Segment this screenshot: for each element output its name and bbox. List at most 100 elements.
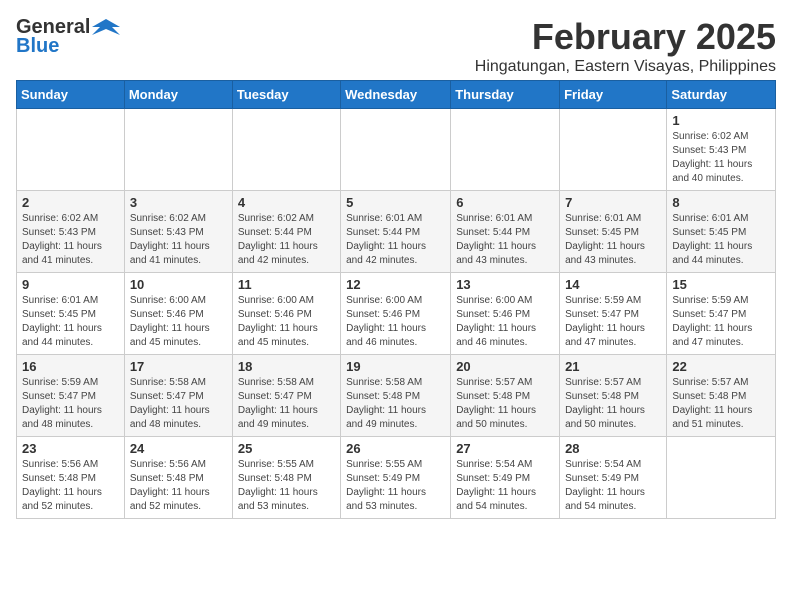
day-info: Sunrise: 5:59 AM Sunset: 5:47 PM Dayligh… — [672, 294, 770, 350]
day-number: 13 — [456, 277, 554, 292]
day-info: Sunrise: 6:00 AM Sunset: 5:46 PM Dayligh… — [238, 294, 335, 350]
day-info: Sunrise: 6:00 AM Sunset: 5:46 PM Dayligh… — [130, 294, 227, 350]
day-cell: 23Sunrise: 5:56 AM Sunset: 5:48 PM Dayli… — [17, 437, 125, 519]
col-header-wednesday: Wednesday — [341, 81, 451, 109]
logo: General Blue — [16, 16, 120, 58]
calendar-title: February 2025 — [475, 16, 776, 58]
day-number: 5 — [346, 195, 445, 210]
day-number: 4 — [238, 195, 335, 210]
day-number: 15 — [672, 277, 770, 292]
day-cell — [17, 109, 125, 191]
day-cell: 5 Sunrise: 6:01 AM Sunset: 5:44 PM Daylig… — [341, 191, 451, 273]
day-number: 26 — [346, 441, 445, 456]
day-info: Sunrise: 6:01 AM Sunset: 5:45 PM Dayligh… — [672, 212, 770, 268]
day-number: 1 — [672, 113, 770, 128]
day-number: 28 — [565, 441, 661, 456]
day-number: 16 — [22, 359, 119, 374]
day-cell: 10Sunrise: 6:00 AM Sunset: 5:46 PM Dayli… — [124, 273, 232, 355]
day-info: Sunrise: 6:02 AM Sunset: 5:43 PM Dayligh… — [672, 130, 770, 186]
day-cell: 13 Sunrise: 6:00 AM Sunset: 5:46 PM Dayli… — [451, 273, 560, 355]
day-info: Sunrise: 6:01 AM Sunset: 5:45 PM Dayligh… — [565, 212, 661, 268]
day-info: Sunrise: 6:01 AM Sunset: 5:44 PM Dayligh… — [346, 212, 445, 268]
week-row-0: 1 Sunrise: 6:02 AM Sunset: 5:43 PM Daylig… — [17, 109, 776, 191]
day-cell: 20 Sunrise: 5:57 AM Sunset: 5:48 PM Dayli… — [451, 355, 560, 437]
day-info: Sunrise: 6:00 AM Sunset: 5:46 PM Dayligh… — [346, 294, 445, 350]
day-info: Sunrise: 5:57 AM Sunset: 5:48 PM Dayligh… — [672, 376, 770, 432]
day-number: 23 — [22, 441, 119, 456]
day-info: Sunrise: 5:58 AM Sunset: 5:48 PM Dayligh… — [346, 376, 445, 432]
day-cell: 22 Sunrise: 5:57 AM Sunset: 5:48 PM Dayli… — [667, 355, 776, 437]
day-number: 14 — [565, 277, 661, 292]
logo-blue: Blue — [16, 35, 59, 58]
day-number: 12 — [346, 277, 445, 292]
calendar-table: SundayMondayTuesdayWednesdayThursdayFrid… — [16, 80, 776, 519]
col-header-tuesday: Tuesday — [232, 81, 340, 109]
calendar-header-row: SundayMondayTuesdayWednesdayThursdayFrid… — [17, 81, 776, 109]
day-cell: 1 Sunrise: 6:02 AM Sunset: 5:43 PM Daylig… — [667, 109, 776, 191]
day-number: 24 — [130, 441, 227, 456]
day-cell: 9 Sunrise: 6:01 AM Sunset: 5:45 PM Daylig… — [17, 273, 125, 355]
day-cell: 2Sunrise: 6:02 AM Sunset: 5:43 PM Daylig… — [17, 191, 125, 273]
day-info: Sunrise: 6:01 AM Sunset: 5:44 PM Dayligh… — [456, 212, 554, 268]
logo-bird-icon — [92, 17, 120, 39]
day-cell: 26 Sunrise: 5:55 AM Sunset: 5:49 PM Dayli… — [341, 437, 451, 519]
day-cell: 7 Sunrise: 6:01 AM Sunset: 5:45 PM Daylig… — [560, 191, 667, 273]
week-row-3: 16 Sunrise: 5:59 AM Sunset: 5:47 PM Dayli… — [17, 355, 776, 437]
col-header-thursday: Thursday — [451, 81, 560, 109]
day-number: 7 — [565, 195, 661, 210]
day-cell: 21 Sunrise: 5:57 AM Sunset: 5:48 PM Dayli… — [560, 355, 667, 437]
day-info: Sunrise: 5:58 AM Sunset: 5:47 PM Dayligh… — [130, 376, 227, 432]
day-info: Sunrise: 5:54 AM Sunset: 5:49 PM Dayligh… — [456, 458, 554, 514]
day-number: 9 — [22, 277, 119, 292]
day-number: 3 — [130, 195, 227, 210]
day-cell: 4 Sunrise: 6:02 AM Sunset: 5:44 PM Daylig… — [232, 191, 340, 273]
day-cell: 6 Sunrise: 6:01 AM Sunset: 5:44 PM Daylig… — [451, 191, 560, 273]
day-info: Sunrise: 5:58 AM Sunset: 5:47 PM Dayligh… — [238, 376, 335, 432]
day-number: 22 — [672, 359, 770, 374]
col-header-saturday: Saturday — [667, 81, 776, 109]
day-info: Sunrise: 5:57 AM Sunset: 5:48 PM Dayligh… — [565, 376, 661, 432]
day-cell: 15 Sunrise: 5:59 AM Sunset: 5:47 PM Dayli… — [667, 273, 776, 355]
day-cell: 25 Sunrise: 5:55 AM Sunset: 5:48 PM Dayli… — [232, 437, 340, 519]
day-number: 18 — [238, 359, 335, 374]
day-cell: 24 Sunrise: 5:56 AM Sunset: 5:48 PM Dayli… — [124, 437, 232, 519]
day-info: Sunrise: 6:02 AM Sunset: 5:44 PM Dayligh… — [238, 212, 335, 268]
day-cell: 17 Sunrise: 5:58 AM Sunset: 5:47 PM Dayli… — [124, 355, 232, 437]
day-info: Sunrise: 5:56 AM Sunset: 5:48 PM Dayligh… — [130, 458, 227, 514]
day-cell: 3 Sunrise: 6:02 AM Sunset: 5:43 PM Daylig… — [124, 191, 232, 273]
week-row-2: 9 Sunrise: 6:01 AM Sunset: 5:45 PM Daylig… — [17, 273, 776, 355]
title-section: February 2025 Hingatungan, Eastern Visay… — [475, 16, 776, 76]
col-header-sunday: Sunday — [17, 81, 125, 109]
day-info: Sunrise: 5:54 AM Sunset: 5:49 PM Dayligh… — [565, 458, 661, 514]
day-info: Sunrise: 5:59 AM Sunset: 5:47 PM Dayligh… — [22, 376, 119, 432]
col-header-friday: Friday — [560, 81, 667, 109]
day-number: 27 — [456, 441, 554, 456]
day-cell — [124, 109, 232, 191]
day-cell — [667, 437, 776, 519]
day-cell — [560, 109, 667, 191]
day-number: 21 — [565, 359, 661, 374]
day-cell — [451, 109, 560, 191]
day-info: Sunrise: 6:02 AM Sunset: 5:43 PM Dayligh… — [22, 212, 119, 268]
day-cell — [232, 109, 340, 191]
day-number: 11 — [238, 277, 335, 292]
day-info: Sunrise: 5:55 AM Sunset: 5:49 PM Dayligh… — [346, 458, 445, 514]
day-number: 25 — [238, 441, 335, 456]
day-number: 20 — [456, 359, 554, 374]
day-info: Sunrise: 6:00 AM Sunset: 5:46 PM Dayligh… — [456, 294, 554, 350]
week-row-1: 2Sunrise: 6:02 AM Sunset: 5:43 PM Daylig… — [17, 191, 776, 273]
day-cell: 27 Sunrise: 5:54 AM Sunset: 5:49 PM Dayli… — [451, 437, 560, 519]
day-number: 17 — [130, 359, 227, 374]
day-info: Sunrise: 6:01 AM Sunset: 5:45 PM Dayligh… — [22, 294, 119, 350]
day-number: 6 — [456, 195, 554, 210]
day-info: Sunrise: 6:02 AM Sunset: 5:43 PM Dayligh… — [130, 212, 227, 268]
day-info: Sunrise: 5:57 AM Sunset: 5:48 PM Dayligh… — [456, 376, 554, 432]
day-info: Sunrise: 5:55 AM Sunset: 5:48 PM Dayligh… — [238, 458, 335, 514]
day-cell: 8Sunrise: 6:01 AM Sunset: 5:45 PM Daylig… — [667, 191, 776, 273]
day-cell: 18 Sunrise: 5:58 AM Sunset: 5:47 PM Dayli… — [232, 355, 340, 437]
calendar-subtitle: Hingatungan, Eastern Visayas, Philippine… — [475, 58, 776, 76]
day-cell: 14Sunrise: 5:59 AM Sunset: 5:47 PM Dayli… — [560, 273, 667, 355]
day-number: 19 — [346, 359, 445, 374]
day-cell — [341, 109, 451, 191]
week-row-4: 23 Sunrise: 5:56 AM Sunset: 5:48 PM Dayli… — [17, 437, 776, 519]
